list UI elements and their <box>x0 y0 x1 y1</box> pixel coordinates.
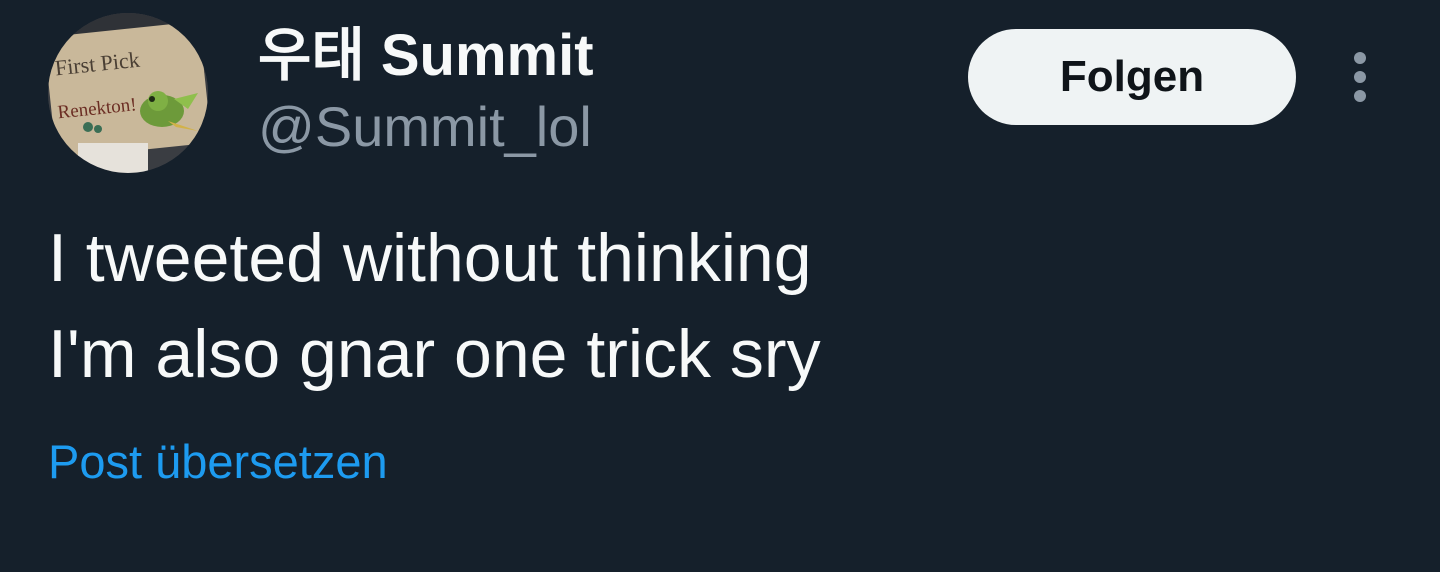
translate-post-link[interactable]: Post übersetzen <box>48 432 388 492</box>
tweet-card: First Pick Renekton! 우태 Summit @Summit_l… <box>0 0 1440 572</box>
tweet-text-line: I'm also gnar one trick sry <box>48 316 821 392</box>
more-vertical-icon[interactable] <box>1330 44 1390 110</box>
avatar-image: First Pick Renekton! <box>48 13 208 173</box>
follow-button[interactable]: Folgen <box>968 29 1296 125</box>
author-handle[interactable]: @Summit_lol <box>258 94 592 160</box>
more-dot <box>1354 90 1366 102</box>
avatar[interactable]: First Pick Renekton! <box>48 13 208 173</box>
more-dot <box>1354 52 1366 64</box>
tweet-text-line: I tweeted without thinking <box>48 220 812 296</box>
author-display-name[interactable]: 우태 Summit <box>258 22 594 90</box>
tweet-text: I tweeted without thinking I'm also gnar… <box>48 210 1388 402</box>
more-dot <box>1354 71 1366 83</box>
